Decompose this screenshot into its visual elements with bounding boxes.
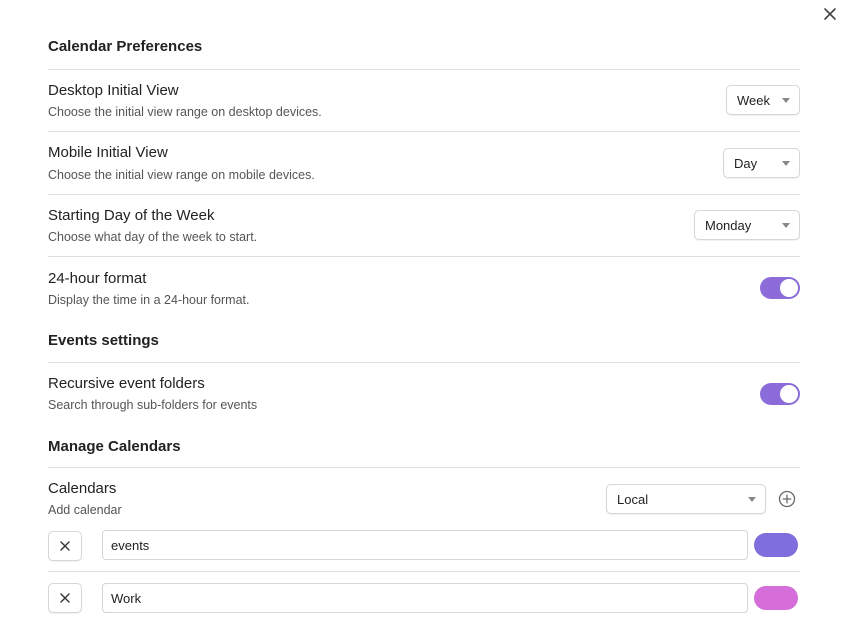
calendar-entry-work bbox=[48, 572, 800, 622]
setting-calendars: Calendars Add calendar Local bbox=[48, 468, 800, 524]
close-icon bbox=[60, 541, 70, 551]
start-day-dropdown[interactable]: Monday bbox=[694, 210, 800, 240]
setting-description: Search through sub-folders for events bbox=[48, 398, 258, 412]
setting-name: Mobile Initial View bbox=[48, 144, 168, 161]
chevron-down-icon bbox=[782, 223, 790, 228]
toggle-knob bbox=[780, 385, 798, 403]
calendar-name-input[interactable] bbox=[102, 583, 748, 613]
setting-name: Recursive event folders bbox=[48, 375, 205, 392]
calendar-name-input[interactable] bbox=[102, 530, 748, 560]
mobile-view-dropdown[interactable]: Day bbox=[723, 148, 800, 178]
setting-name: Desktop Initial View bbox=[48, 82, 179, 99]
add-calendar-icon[interactable] bbox=[778, 490, 796, 508]
setting-description: Choose the initial view range on mobile … bbox=[48, 168, 315, 182]
calendar-color-picker[interactable] bbox=[754, 586, 798, 610]
setting-description: Add calendar bbox=[48, 503, 122, 517]
calendar-type-dropdown[interactable]: Local bbox=[606, 484, 766, 514]
setting-recursive-event-folders: Recursive event folders Search through s… bbox=[48, 363, 800, 433]
setting-mobile-initial-view: Mobile Initial View Choose the initial v… bbox=[48, 132, 800, 195]
dropdown-value: Local bbox=[617, 491, 649, 507]
setting-24-hour-format: 24-hour format Display the time in a 24-… bbox=[48, 257, 800, 325]
section-heading-label: Events settings bbox=[48, 332, 159, 349]
setting-starting-day: Starting Day of the Week Choose what day… bbox=[48, 195, 800, 257]
setting-name: Starting Day of the Week bbox=[48, 207, 215, 224]
dropdown-value: Week bbox=[737, 92, 770, 108]
section-heading-manage-calendars: Manage Calendars bbox=[48, 438, 800, 468]
setting-description: Choose what day of the week to start. bbox=[48, 230, 258, 244]
setting-description: Choose the initial view range on desktop… bbox=[48, 105, 322, 119]
desktop-view-dropdown[interactable]: Week bbox=[726, 85, 800, 115]
24-hour-format-toggle[interactable] bbox=[760, 277, 800, 299]
close-icon[interactable] bbox=[818, 2, 842, 26]
setting-name: 24-hour format bbox=[48, 270, 147, 287]
remove-calendar-button[interactable] bbox=[48, 531, 82, 561]
section-heading-label: Manage Calendars bbox=[48, 438, 181, 455]
close-icon bbox=[60, 593, 70, 603]
chevron-down-icon bbox=[782, 98, 790, 103]
section-heading-events-settings: Events settings bbox=[48, 332, 800, 363]
section-heading-label: Calendar Preferences bbox=[48, 38, 203, 55]
setting-description: Display the time in a 24-hour format. bbox=[48, 293, 250, 307]
setting-desktop-initial-view: Desktop Initial View Choose the initial … bbox=[48, 70, 800, 132]
recursive-folders-toggle[interactable] bbox=[760, 383, 800, 405]
chevron-down-icon bbox=[782, 161, 790, 166]
dropdown-value: Day bbox=[734, 155, 758, 171]
toggle-knob bbox=[780, 279, 798, 297]
calendar-color-picker[interactable] bbox=[754, 533, 798, 557]
dropdown-value: Monday bbox=[705, 217, 752, 233]
section-heading-calendar-preferences: Calendar Preferences bbox=[48, 38, 800, 70]
chevron-down-icon bbox=[748, 497, 756, 502]
remove-calendar-button[interactable] bbox=[48, 583, 82, 613]
setting-name: Calendars bbox=[48, 480, 117, 497]
calendar-entry-events bbox=[48, 524, 800, 572]
